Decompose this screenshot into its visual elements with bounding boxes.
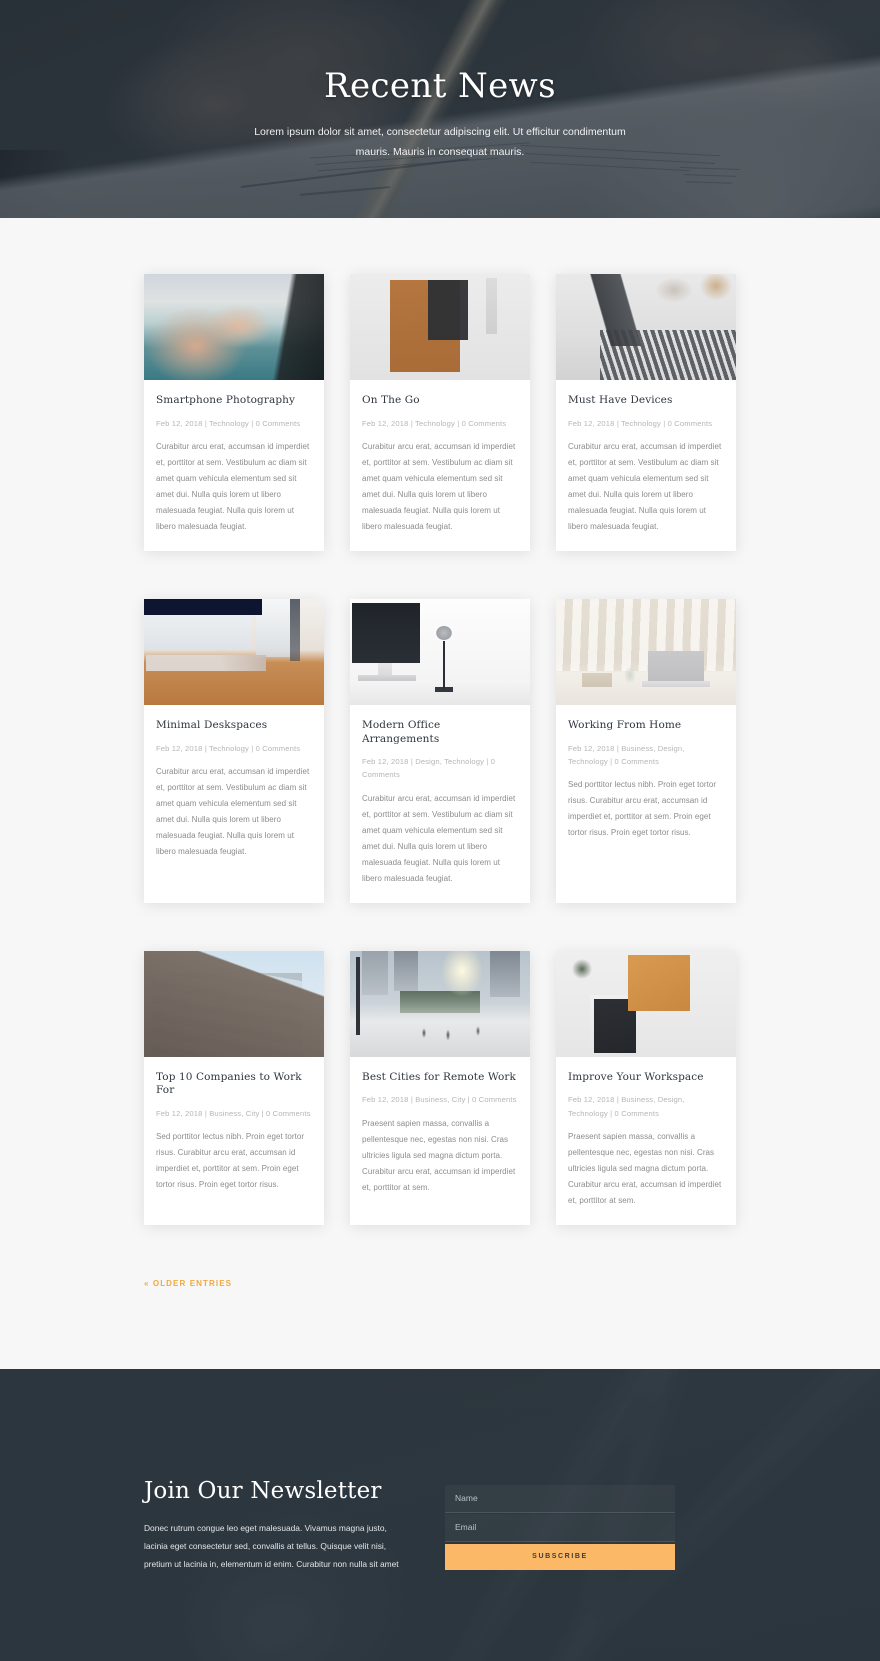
newsletter-title: Join Our Newsletter bbox=[144, 1477, 382, 1504]
newsletter-description: Donec rutrum congue leo eget malesuada. … bbox=[144, 1522, 399, 1569]
newsletter-form: SUBSCRIBE bbox=[445, 1478, 675, 1573]
newsletter-section: Join Our Newsletter Donec rutrum congue … bbox=[0, 1368, 880, 1661]
hero-content: Recent News Lorem ipsum dolor sit amet, … bbox=[0, 0, 880, 163]
post-body: Minimal Deskspaces Feb 12, 2018 | Technol… bbox=[144, 705, 324, 876]
post-card[interactable]: Minimal Deskspaces Feb 12, 2018 | Technol… bbox=[144, 598, 324, 903]
post-excerpt: Praesent sapien massa, convallis a pelle… bbox=[568, 1131, 722, 1205]
post-meta: Feb 12, 2018 | Technology | 0 Comments bbox=[156, 743, 301, 753]
older-entries-link[interactable]: « Older Entries bbox=[144, 1279, 232, 1288]
post-card[interactable]: Smartphone Photography Feb 12, 2018 | Tec… bbox=[144, 274, 324, 551]
newsletter-content: Join Our Newsletter Donec rutrum congue … bbox=[144, 1369, 736, 1573]
post-thumbnail-ornate-stone-building-corner-against-blue-sky[interactable] bbox=[144, 950, 324, 1057]
post-grid: Smartphone Photography Feb 12, 2018 | Tec… bbox=[144, 274, 736, 1273]
post-excerpt: Curabitur arcu erat, accumsan id imperdi… bbox=[156, 441, 310, 531]
post-body: Smartphone Photography Feb 12, 2018 | Tec… bbox=[144, 380, 324, 551]
post-title[interactable]: Must Have Devices bbox=[568, 394, 724, 408]
post-thumbnail-hands-holding-camera-at-mountain-lake[interactable] bbox=[144, 274, 324, 380]
post-thumbnail-phone-stylus-leather-case-and-watch-flatlay[interactable] bbox=[350, 274, 530, 380]
post-body: Improve Your Workspace Feb 12, 2018 | Bus… bbox=[556, 1057, 736, 1225]
post-body: Working From Home Feb 12, 2018 | Business… bbox=[556, 705, 736, 857]
post-thumbnail-open-laptop-keyboard-on-white-desk[interactable] bbox=[556, 274, 736, 380]
post-body: Top 10 Companies to Work For Feb 12, 2018… bbox=[144, 1057, 324, 1210]
post-title[interactable]: Working From Home bbox=[568, 719, 724, 733]
post-excerpt: Curabitur arcu erat, accumsan id imperdi… bbox=[362, 793, 516, 883]
post-thumbnail-desktop-monitor-and-desk-lamp-on-white-wall[interactable] bbox=[350, 598, 530, 705]
post-excerpt: Curabitur arcu erat, accumsan id imperdi… bbox=[568, 441, 722, 531]
post-meta: Feb 12, 2018 | Business, Design, Technol… bbox=[568, 743, 685, 766]
post-card[interactable]: Improve Your Workspace Feb 12, 2018 | Bus… bbox=[556, 950, 736, 1225]
post-excerpt: Sed porttitor lectus nibh. Proin eget to… bbox=[568, 780, 717, 838]
post-title[interactable]: Improve Your Workspace bbox=[568, 1071, 724, 1085]
page-root: Recent News Lorem ipsum dolor sit amet, … bbox=[0, 0, 880, 1661]
post-body: Must Have Devices Feb 12, 2018 | Technolo… bbox=[556, 380, 736, 551]
post-card[interactable]: Top 10 Companies to Work For Feb 12, 2018… bbox=[144, 950, 324, 1225]
hero-subtitle: Lorem ipsum dolor sit amet, consectetur … bbox=[254, 125, 626, 159]
post-title[interactable]: Smartphone Photography bbox=[156, 394, 312, 408]
post-meta: Feb 12, 2018 | Technology | 0 Comments bbox=[362, 418, 507, 428]
post-excerpt: Curabitur arcu erat, accumsan id imperdi… bbox=[362, 441, 516, 531]
post-meta: Feb 12, 2018 | Technology | 0 Comments bbox=[156, 418, 301, 428]
post-title[interactable]: Best Cities for Remote Work bbox=[362, 1071, 518, 1085]
post-meta: Feb 12, 2018 | Design, Technology | 0 Co… bbox=[362, 757, 496, 780]
subscribe-button[interactable]: SUBSCRIBE bbox=[445, 1543, 675, 1570]
post-card[interactable]: Modern Office Arrangements Feb 12, 2018 |… bbox=[350, 598, 530, 903]
page-title: Recent News bbox=[323, 66, 557, 106]
post-body: Modern Office Arrangements Feb 12, 2018 |… bbox=[350, 705, 530, 903]
post-title[interactable]: On The Go bbox=[362, 394, 518, 408]
post-body: Best Cities for Remote Work Feb 12, 2018 … bbox=[350, 1057, 530, 1212]
post-card[interactable]: Best Cities for Remote Work Feb 12, 2018 … bbox=[350, 950, 530, 1225]
post-excerpt: Praesent sapien massa, convallis a pelle… bbox=[362, 1118, 516, 1192]
hero-section: Recent News Lorem ipsum dolor sit amet, … bbox=[0, 0, 880, 218]
post-thumbnail-city-street-with-pedestrians-at-sunset[interactable] bbox=[350, 950, 530, 1057]
post-title[interactable]: Modern Office Arrangements bbox=[362, 719, 518, 746]
post-meta: Feb 12, 2018 | Business, Design, Technol… bbox=[568, 1095, 685, 1118]
post-excerpt: Sed porttitor lectus nibh. Proin eget to… bbox=[156, 1132, 305, 1190]
post-body: On The Go Feb 12, 2018 | Technology | 0 C… bbox=[350, 380, 530, 551]
post-thumbnail-laptop-on-white-table-with-curtains[interactable] bbox=[556, 598, 736, 705]
post-card[interactable]: On The Go Feb 12, 2018 | Technology | 0 C… bbox=[350, 274, 530, 551]
post-meta: Feb 12, 2018 | Business, City | 0 Commen… bbox=[156, 1109, 311, 1119]
post-card[interactable]: Must Have Devices Feb 12, 2018 | Technolo… bbox=[556, 274, 736, 551]
name-field[interactable] bbox=[445, 1484, 675, 1513]
email-field[interactable] bbox=[445, 1513, 675, 1542]
post-thumbnail-headphones-tablet-and-plant-flatlay[interactable] bbox=[556, 950, 736, 1057]
blog-container: Smartphone Photography Feb 12, 2018 | Tec… bbox=[144, 274, 736, 1291]
post-title[interactable]: Minimal Deskspaces bbox=[156, 719, 312, 733]
newsletter-text-column: Join Our Newsletter Donec rutrum congue … bbox=[144, 1478, 409, 1573]
post-card[interactable]: Working From Home Feb 12, 2018 | Business… bbox=[556, 598, 736, 903]
post-meta: Feb 12, 2018 | Business, City | 0 Commen… bbox=[362, 1095, 517, 1105]
post-excerpt: Curabitur arcu erat, accumsan id imperdi… bbox=[156, 766, 310, 856]
post-title[interactable]: Top 10 Companies to Work For bbox=[156, 1071, 312, 1098]
post-meta: Feb 12, 2018 | Technology | 0 Comments bbox=[568, 418, 713, 428]
post-thumbnail-wireless-keyboard-on-wooden-desk-by-window[interactable] bbox=[144, 598, 324, 705]
blog-section: Smartphone Photography Feb 12, 2018 | Tec… bbox=[0, 218, 880, 1369]
